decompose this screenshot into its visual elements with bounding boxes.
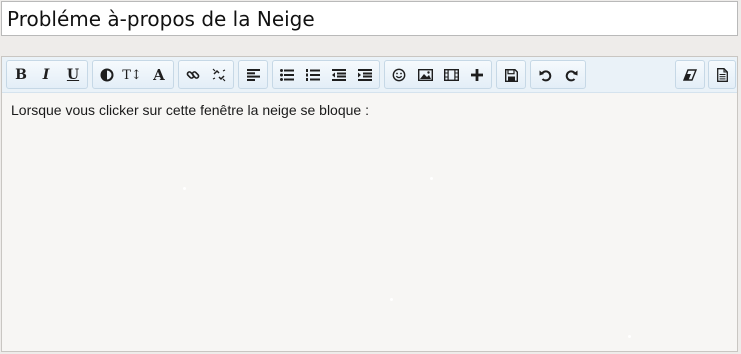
undo-icon [539,69,551,81]
formatting-toolbar: B I U T↕ A [2,57,737,93]
undo-button[interactable] [534,64,556,86]
document-icon [716,68,728,82]
color-button[interactable] [96,64,118,86]
snowflake [430,177,433,180]
more-button[interactable] [466,64,488,86]
clear-format-group [675,60,705,89]
italic-icon: I [42,67,50,83]
bold-icon: B [15,67,27,83]
smiley-icon [392,68,406,82]
video-button[interactable] [440,64,462,86]
save-group [496,60,526,89]
eraser-icon [683,69,697,81]
text-style-group: B I U [6,60,88,89]
align-left-icon [246,69,260,81]
snowflake [628,335,631,338]
indent-button[interactable] [354,64,376,86]
editor-text[interactable]: Lorsque vous clicker sur cette fenêtre l… [11,102,369,118]
font-size-button[interactable]: T↕ [121,64,143,86]
redo-button[interactable] [560,64,582,86]
link-button[interactable] [182,64,204,86]
outdent-icon [332,69,346,81]
bold-button[interactable]: B [10,64,32,86]
list-group [272,60,380,89]
plus-icon [471,69,483,81]
subject-title-input[interactable] [1,1,738,36]
align-left-button[interactable] [242,64,264,86]
media-group [384,60,492,89]
message-editor: B I U T↕ A Lorsque vous clicker sur cett… [1,56,738,352]
post-editor-window: B I U T↕ [0,0,741,354]
image-button[interactable] [414,64,436,86]
save-button[interactable] [500,64,522,86]
redo-icon [565,69,577,81]
snowflake [390,298,393,301]
history-group [530,60,586,89]
numbered-list-icon [306,69,320,81]
unlink-icon [212,68,226,82]
underline-button[interactable]: U [62,64,84,86]
font-family-icon: A [153,65,165,84]
bullet-list-icon [280,69,294,81]
indent-icon [358,69,372,81]
link-group [178,60,234,89]
font-size-icon: T↕ [122,67,142,83]
unlink-button[interactable] [208,64,230,86]
font-group: T↕ A [92,60,174,89]
align-group [238,60,268,89]
save-icon [504,68,518,82]
font-family-button[interactable]: A [148,64,170,86]
snowflake [183,187,186,190]
remove-format-button[interactable] [679,64,701,86]
source-group [708,60,736,89]
bullet-list-button[interactable] [276,64,298,86]
underline-icon: U [66,67,80,83]
numbered-list-button[interactable] [302,64,324,86]
italic-button[interactable]: I [35,64,57,86]
outdent-button[interactable] [328,64,350,86]
link-icon [186,71,200,79]
image-icon [417,69,433,81]
emoji-button[interactable] [388,64,410,86]
video-icon [443,69,459,81]
color-contrast-icon [100,68,114,82]
source-button[interactable] [711,64,733,86]
